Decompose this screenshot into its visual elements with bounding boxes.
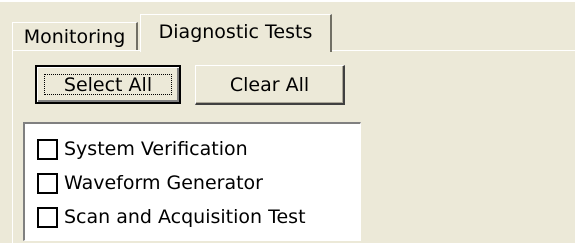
test-checklist: System Verification Waveform Generator S… — [23, 122, 361, 241]
test-item-waveform-generator[interactable]: Waveform Generator — [25, 166, 360, 200]
select-all-button[interactable]: Select All — [35, 65, 181, 104]
test-item-scan-and-acquisition[interactable]: Scan and Acquisition Test — [25, 200, 360, 234]
tab-monitoring-label: Monitoring — [23, 25, 126, 48]
checkbox[interactable] — [37, 172, 58, 194]
focus-ring — [44, 74, 172, 95]
tab-diagnostic-tests[interactable]: Diagnostic Tests — [140, 14, 332, 52]
diagnostic-tests-panel: Select All Clear All System Verification… — [12, 50, 575, 243]
checkbox[interactable] — [37, 206, 58, 228]
tab-monitoring[interactable]: Monitoring — [12, 22, 138, 50]
test-item-label: Waveform Generator — [64, 172, 263, 194]
test-item-label: Scan and Acquisition Test — [64, 206, 306, 228]
test-item-label: System Verification — [64, 138, 248, 160]
window-top-edge — [0, 0, 575, 2]
clear-all-button[interactable]: Clear All — [195, 65, 345, 105]
tab-strip: Monitoring Diagnostic Tests — [12, 14, 575, 52]
clear-all-label: Clear All — [229, 73, 310, 96]
test-item-system-verification[interactable]: System Verification — [25, 132, 360, 166]
checkbox[interactable] — [37, 138, 58, 160]
tab-diagnostic-tests-label: Diagnostic Tests — [158, 20, 313, 43]
